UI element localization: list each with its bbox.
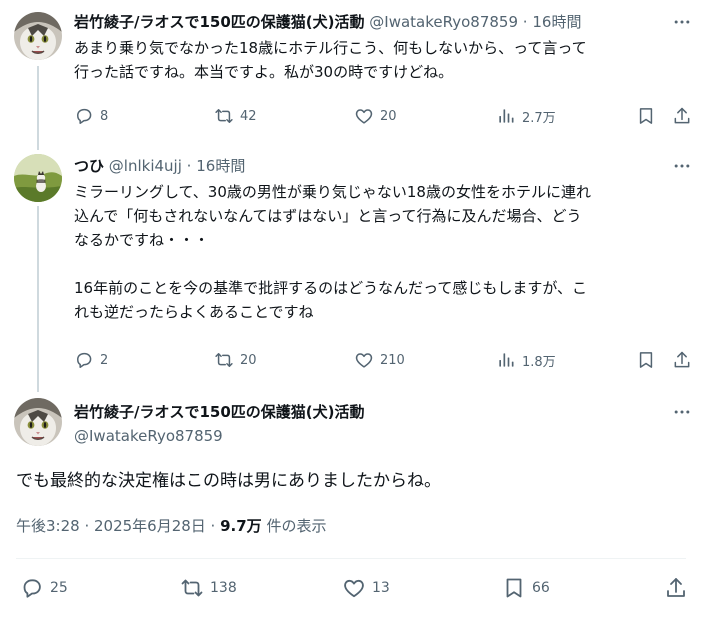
timestamp[interactable]: 午後3:28 · 2025年6月28日 · [16,517,220,535]
timestamp[interactable]: 16時間 [196,157,245,175]
handle[interactable]: @lnlki4ujj [109,157,182,175]
bookmark-button[interactable] [636,106,656,126]
reply-button[interactable]: 2 [74,350,108,370]
bookmark-button[interactable]: 66 [502,576,550,600]
like-icon [354,106,374,126]
views-count: 2.7万 [522,110,556,126]
tweet-text-line: なるかですね・・・ [74,231,210,249]
retweet-button[interactable]: 42 [214,106,257,126]
views-button[interactable]: 2.7万 [496,106,556,126]
action-bar: 2 20 210 1.8万 [74,350,688,370]
more-icon[interactable] [672,12,692,32]
handle[interactable]: @IwatakeRyo87859 [369,13,518,31]
share-button[interactable] [664,576,688,600]
share-button[interactable] [672,350,692,370]
like-count: 13 [372,580,390,596]
reply-button[interactable]: 8 [74,106,108,126]
avatar[interactable] [14,12,62,60]
retweet-button[interactable]: 138 [180,576,237,600]
tweet-text: あまり乗り気でなかった18歳にホテル行こう、何もしないから、って言って 行った話… [74,36,587,84]
retweet-icon [214,350,234,370]
tweet-text-line: 16年前のことを今の基準で批評するのはどうなんだって感じもしますが、こ [74,279,588,297]
like-count: 210 [380,352,405,368]
separator: · [186,157,192,175]
reply-button[interactable]: 25 [20,576,68,600]
handle[interactable]: @IwatakeRyo87859 [74,427,223,445]
divider [16,558,686,559]
thread-line [37,66,39,150]
display-name[interactable]: 岩竹綾子/ラオスで150匹の保護猫(犬)活動 [74,403,365,421]
tweet-text: ミラーリングして、30歳の男性が乗り気じゃない18歳の女性をホテルに連れ 込んで… [74,180,591,324]
more-icon[interactable] [672,156,692,176]
retweet-icon [180,576,204,600]
tweet-header: つひ @lnlki4ujj · 16時間 [74,156,245,176]
avatar[interactable] [14,154,62,202]
tweet-text-line: れも逆だったらよくあることですね [74,303,314,321]
bookmark-count: 66 [532,580,550,596]
retweet-count: 20 [240,352,257,368]
reply-icon [20,576,44,600]
bookmark-icon [502,576,526,600]
tweet-text-line: 行った話ですね。本当ですよ。私が30の時ですけどね。 [74,63,454,81]
views-label: 件の表示 [261,517,327,535]
like-button[interactable]: 20 [354,106,397,126]
views-count: 9.7万 [220,517,262,535]
views-icon [496,350,516,370]
tweet-text-line: ミラーリングして、30歳の男性が乗り気じゃない18歳の女性をホテルに連れ [74,183,591,201]
views-count: 1.8万 [522,354,556,370]
main-action-bar: 25 138 13 66 [20,576,688,600]
like-count: 20 [380,108,397,124]
thread-line [37,206,39,392]
main-tweet-header: 岩竹綾子/ラオスで150匹の保護猫(犬)活動 [74,402,365,422]
display-name[interactable]: 岩竹綾子/ラオスで150匹の保護猫(犬)活動 [74,13,365,31]
like-icon [354,350,374,370]
like-button[interactable]: 210 [354,350,405,370]
reply-count: 2 [100,352,109,368]
views-icon [496,106,516,126]
like-button[interactable]: 13 [342,576,390,600]
retweet-button[interactable]: 20 [214,350,257,370]
reply-icon [74,106,94,126]
share-icon [672,106,692,126]
tweet-header: 岩竹綾子/ラオスで150匹の保護猫(犬)活動 @IwatakeRyo87859 … [74,12,581,32]
tweet-text-line: 込んで「何もされないなんてはずはない」と言って行為に及んだ場合、どう [74,207,582,225]
tweet-text-line: あまり乗り気でなかった18歳にホテル行こう、何もしないから、って言って [74,39,587,57]
share-icon [664,576,688,600]
retweet-icon [214,106,234,126]
reply-count: 8 [100,108,109,124]
action-bar: 8 42 20 2.7万 [74,106,688,126]
views-button[interactable]: 1.8万 [496,350,556,370]
bookmark-button[interactable] [636,350,656,370]
share-icon [672,350,692,370]
reply-count: 25 [50,580,68,596]
display-name[interactable]: つひ [74,157,104,175]
timestamp[interactable]: 16時間 [532,13,581,31]
like-icon [342,576,366,600]
tweet-meta: 午後3:28 · 2025年6月28日 · 9.7万 件の表示 [16,516,326,536]
main-tweet-text: でも最終的な決定権はこの時は男にありましたからね。 [16,471,441,491]
bookmark-icon [636,106,656,126]
avatar[interactable] [14,398,62,446]
retweet-count: 42 [240,108,257,124]
retweet-count: 138 [210,580,237,596]
separator: · [522,13,528,31]
main-tweet-handle-line: @IwatakeRyo87859 [74,426,223,446]
share-button[interactable] [672,106,692,126]
reply-icon [74,350,94,370]
more-icon[interactable] [672,402,692,422]
bookmark-icon [636,350,656,370]
